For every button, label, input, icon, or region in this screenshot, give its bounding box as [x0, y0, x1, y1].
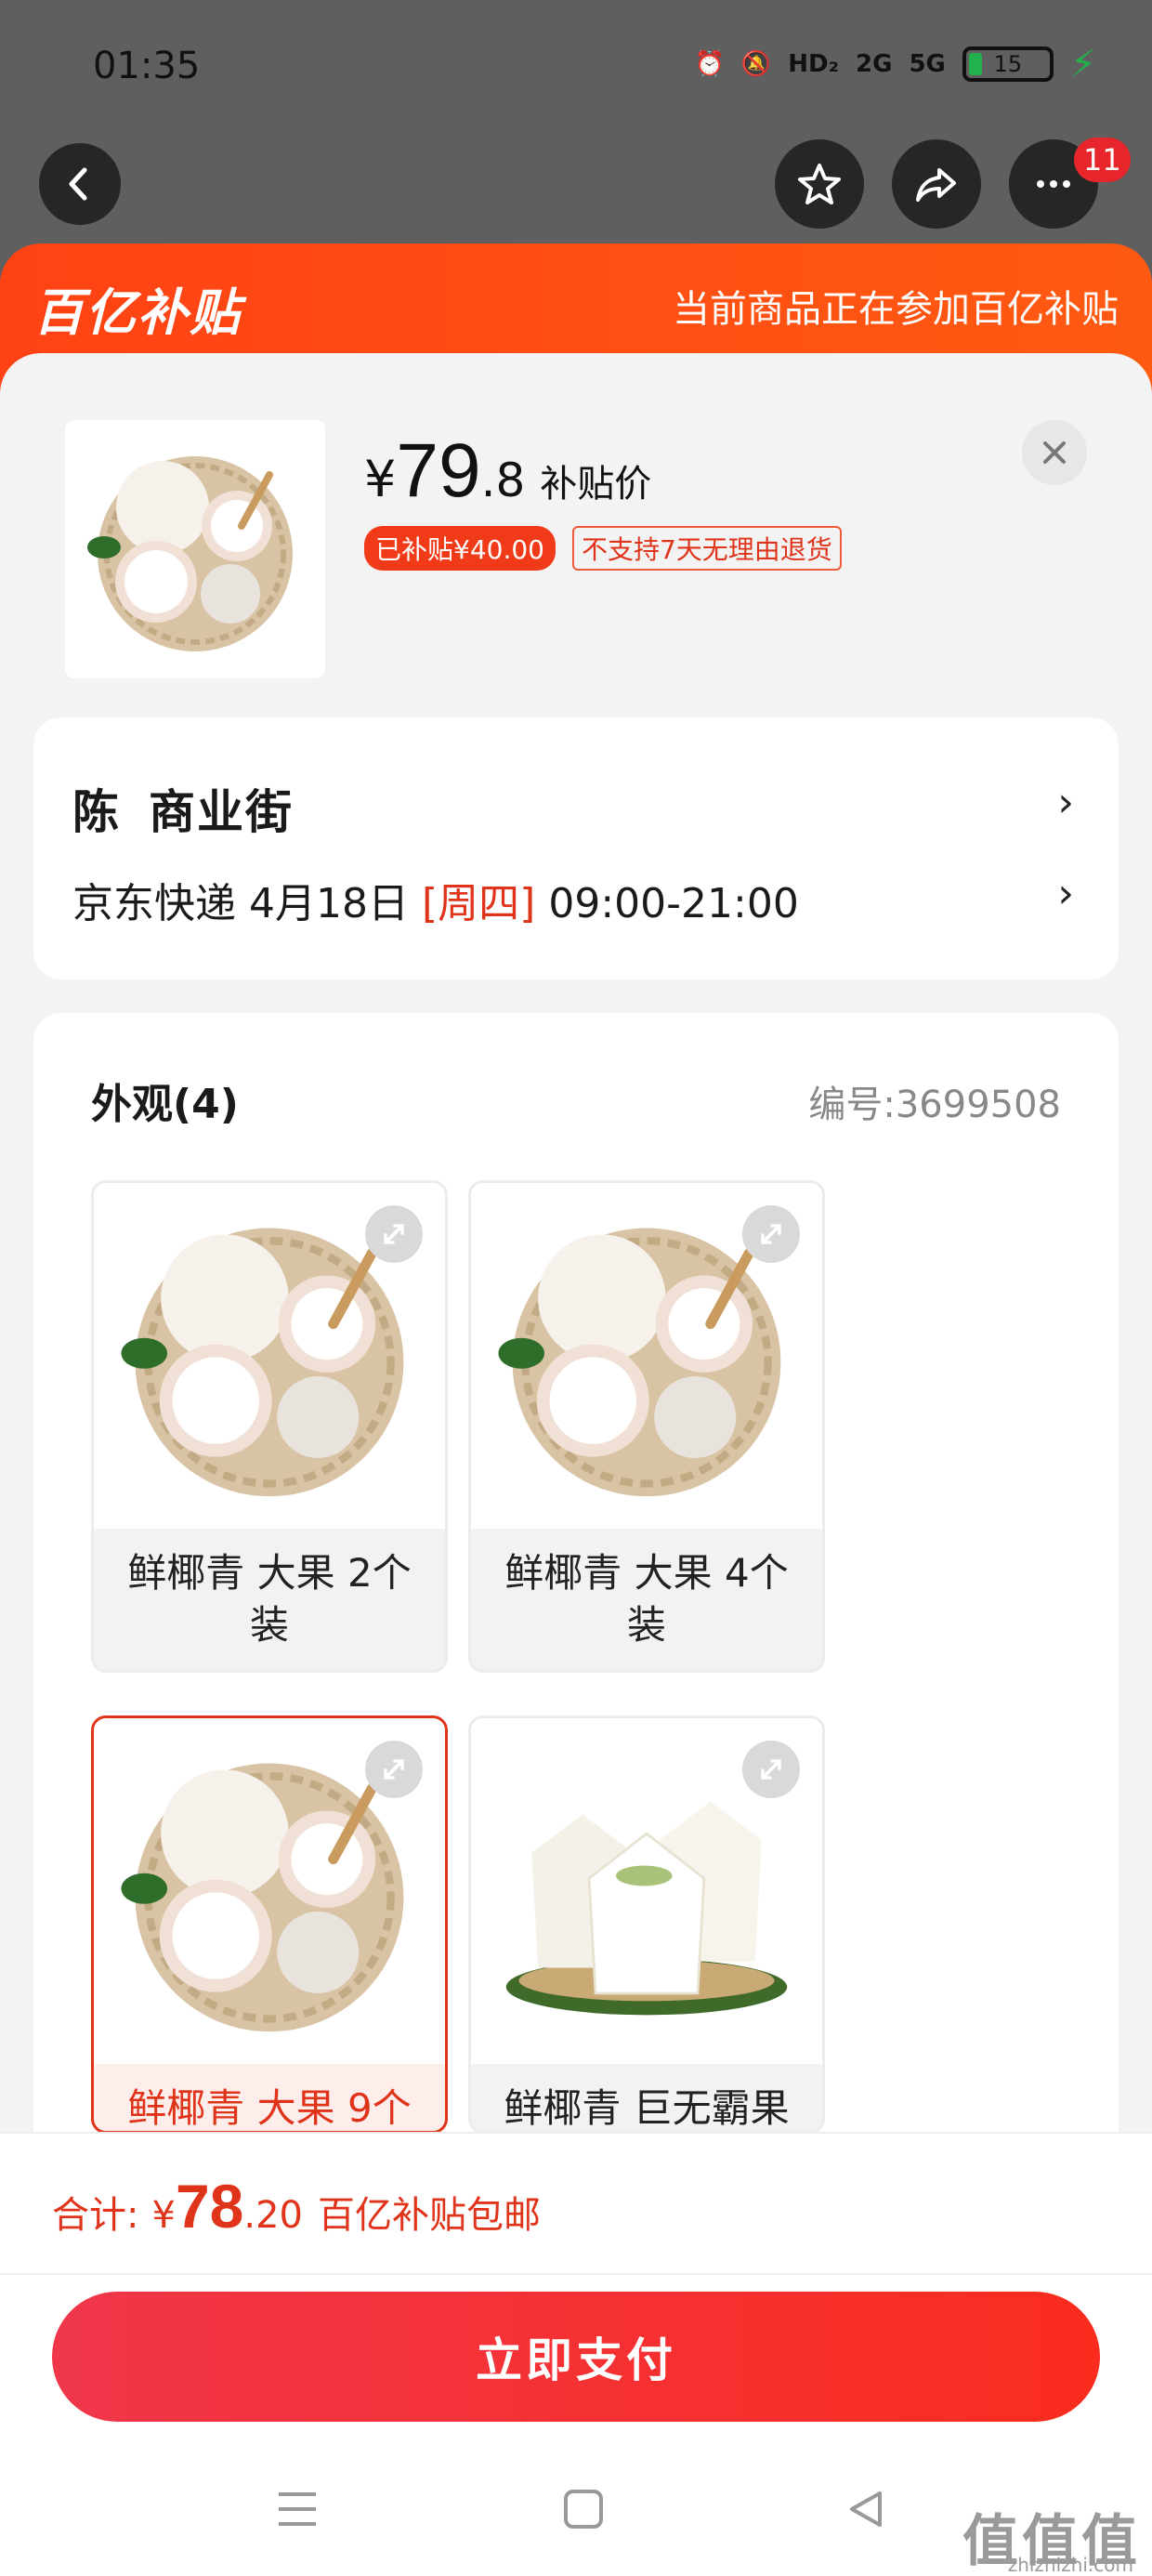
variant-option[interactable]: 鲜椰青 大果 4个装 — [468, 1180, 825, 1673]
total-currency: ¥ — [151, 2194, 176, 2237]
watermark-url: zhizhizhi.com — [1007, 2554, 1133, 2576]
shipping-note: 百亿补贴包邮 — [317, 2194, 541, 2237]
share-icon — [916, 168, 956, 202]
order-total: 合计: ¥ 78 .20 百亿补贴包邮 — [52, 2171, 541, 2241]
recipient-street: 商业街 — [149, 785, 294, 839]
price-currency: ¥ — [364, 450, 397, 508]
battery-level: 15 — [993, 51, 1023, 77]
expand-icon[interactable] — [365, 1741, 423, 1798]
variant-label: 鲜椰青 大果 2个装 — [127, 1550, 412, 1648]
variant-label: 鲜椰青 巨无霸果 — [504, 2085, 790, 2131]
product-thumbnail — [65, 420, 325, 678]
close-icon — [1043, 441, 1066, 464]
chevron-right-icon[interactable]: › — [1057, 779, 1074, 826]
variant-option-selected[interactable]: 鲜椰青 大果 9个 — [91, 1715, 448, 2134]
variant-image — [94, 1718, 445, 2064]
expand-icon[interactable] — [365, 1205, 423, 1263]
back-triangle-icon[interactable] — [829, 2472, 903, 2546]
variant-image — [471, 1718, 822, 2064]
delivery-date: 4月18日 — [249, 880, 409, 927]
alarm-icon: ⏰ — [694, 50, 725, 78]
subsidy-price: ¥ 79 .8 补贴价 — [364, 427, 651, 515]
product-tags: 已补贴¥40.00 不支持7天无理由退货 — [364, 526, 842, 571]
total-decimal: .20 — [243, 2194, 303, 2237]
hd-icon: HD₂ — [788, 50, 840, 78]
subsidy-banner-text: 当前商品正在参加百亿补贴 — [673, 288, 1119, 331]
chevron-right-icon[interactable]: › — [1057, 870, 1074, 917]
recipient-name: 陈 — [72, 785, 121, 839]
price-integer: 79 — [396, 428, 481, 513]
variant-option[interactable]: 鲜椰青 巨无霸果 — [468, 1715, 825, 2134]
signal-5g-icon: 5G — [909, 50, 946, 78]
charging-icon: ⚡ — [1069, 43, 1096, 85]
variant-option[interactable]: 鲜椰青 大果 2个装 — [91, 1180, 448, 1673]
total-label: 合计: — [52, 2194, 139, 2237]
return-policy-tag: 不支持7天无理由退货 — [571, 526, 842, 571]
notification-badge: 11 — [1074, 138, 1131, 182]
status-icons: ⏰ 🔕 HD₂ 2G 5G 15 ⚡ — [695, 43, 1096, 85]
expand-icon[interactable] — [742, 1205, 800, 1263]
delivery-info[interactable]: 京东快递 4月18日 [周四] 09:00-21:00 — [72, 870, 799, 929]
courier: 京东快递 — [72, 880, 236, 927]
signal-2g-icon: 2G — [856, 50, 893, 78]
price-label: 补贴价 — [540, 463, 652, 506]
more-dots-icon — [1037, 180, 1070, 188]
status-bar: 01:35 ⏰ 🔕 HD₂ 2G 5G 15 ⚡ — [0, 0, 1152, 130]
price-decimal: .8 — [480, 453, 526, 507]
subsidy-tag: 已补贴¥40.00 — [364, 526, 556, 571]
close-button[interactable] — [1022, 420, 1087, 485]
recipient: 陈商业街 — [72, 775, 321, 842]
total-integer: 78 — [175, 2172, 244, 2241]
variant-label: 鲜椰青 大果 9个 — [127, 2085, 412, 2131]
back-button[interactable] — [39, 143, 121, 225]
product-id: 编号:3699508 — [808, 1084, 1061, 1126]
favorite-button[interactable] — [775, 139, 864, 229]
delivery-time-window: 09:00-21:00 — [548, 880, 799, 927]
pay-now-button[interactable]: 立即支付 — [52, 2292, 1100, 2422]
subsidy-logo: 百亿补贴 — [33, 283, 242, 342]
variant-title: 外观(4) — [91, 1081, 239, 1128]
star-icon — [798, 164, 841, 204]
home-icon[interactable] — [546, 2472, 621, 2546]
menu-icon[interactable] — [260, 2472, 334, 2546]
chevron-left-icon — [69, 167, 87, 201]
variant-label: 鲜椰青 大果 4个装 — [504, 1550, 789, 1648]
divider — [0, 2273, 1152, 2275]
variant-image — [94, 1183, 445, 1529]
battery-icon: 15 — [962, 46, 1054, 82]
clock: 01:35 — [93, 45, 201, 87]
share-button[interactable] — [892, 139, 981, 229]
address-card[interactable]: 陈商业街 › 京东快递 4月18日 [周四] 09:00-21:00 › — [33, 717, 1119, 979]
expand-icon[interactable] — [742, 1741, 800, 1798]
coconut-image — [87, 456, 293, 651]
variant-image — [471, 1183, 822, 1529]
delivery-weekday: [周四] — [421, 880, 536, 927]
mute-icon: 🔕 — [740, 50, 772, 78]
